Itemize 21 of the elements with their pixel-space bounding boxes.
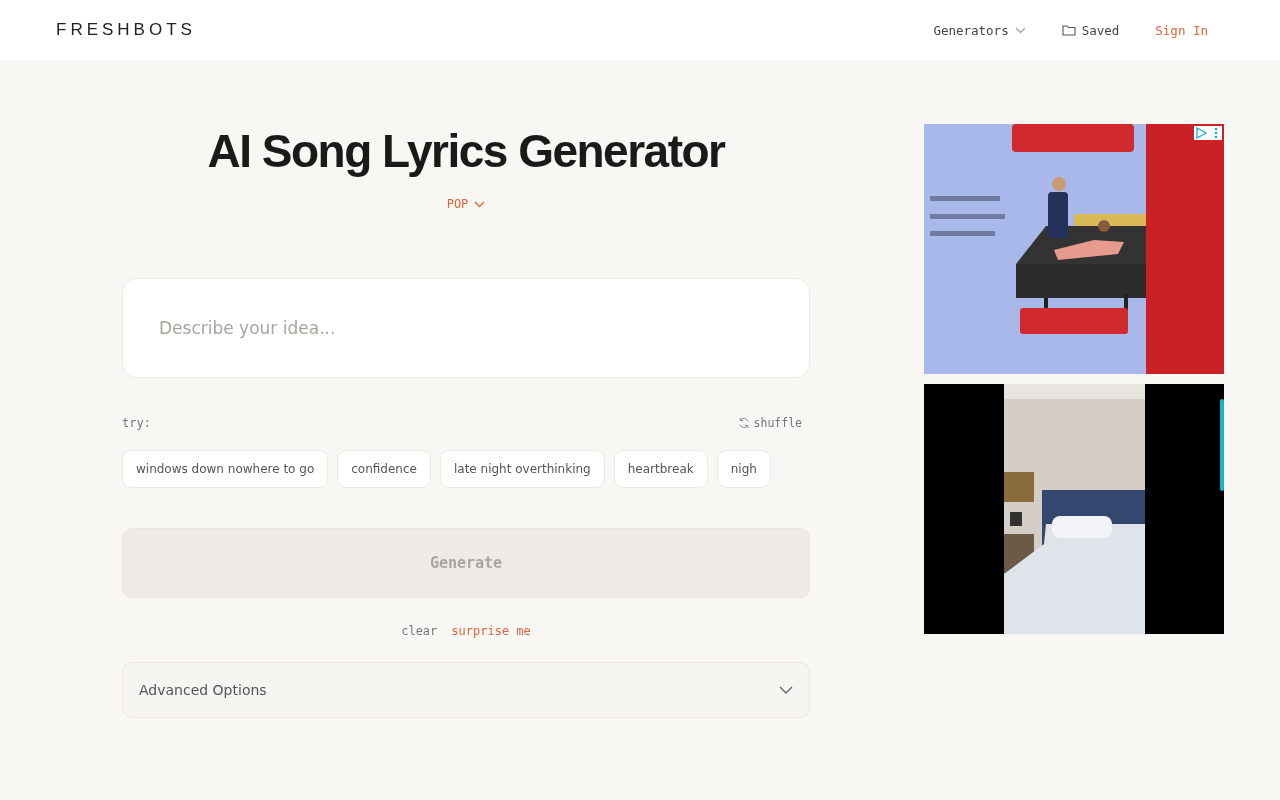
ad-choices-icon[interactable] xyxy=(1194,126,1222,140)
advanced-options-toggle[interactable]: Advanced Options xyxy=(122,662,810,718)
suggestion-chip[interactable]: nigh xyxy=(716,450,771,488)
try-label: try: xyxy=(122,416,151,430)
suggestion-chip[interactable]: confidence xyxy=(337,450,431,488)
clear-link[interactable]: clear xyxy=(401,624,438,638)
shuffle-button[interactable]: shuffle xyxy=(737,416,802,430)
refresh-icon xyxy=(737,417,750,429)
idea-input-field[interactable]: Describe your idea... xyxy=(122,278,810,378)
sign-in-link[interactable]: Sign In xyxy=(1155,22,1208,38)
chevron-icon xyxy=(779,686,793,694)
suggestion-chip[interactable]: heartbreak xyxy=(613,450,708,488)
suggestion-chip[interactable]: late night overthinking xyxy=(439,450,605,488)
logo[interactable]: FRESHBOTS xyxy=(56,20,196,40)
suggestion-chip[interactable]: windows down nowhere to go xyxy=(122,450,329,488)
page-title: AI Song Lyrics Generator xyxy=(206,124,726,178)
chevron-down-icon xyxy=(1014,26,1026,34)
folder-icon xyxy=(1061,24,1076,36)
chevron-down-icon xyxy=(474,200,486,208)
generators-menu[interactable]: Generators xyxy=(933,22,1026,38)
saved-link[interactable]: Saved xyxy=(1061,22,1120,38)
